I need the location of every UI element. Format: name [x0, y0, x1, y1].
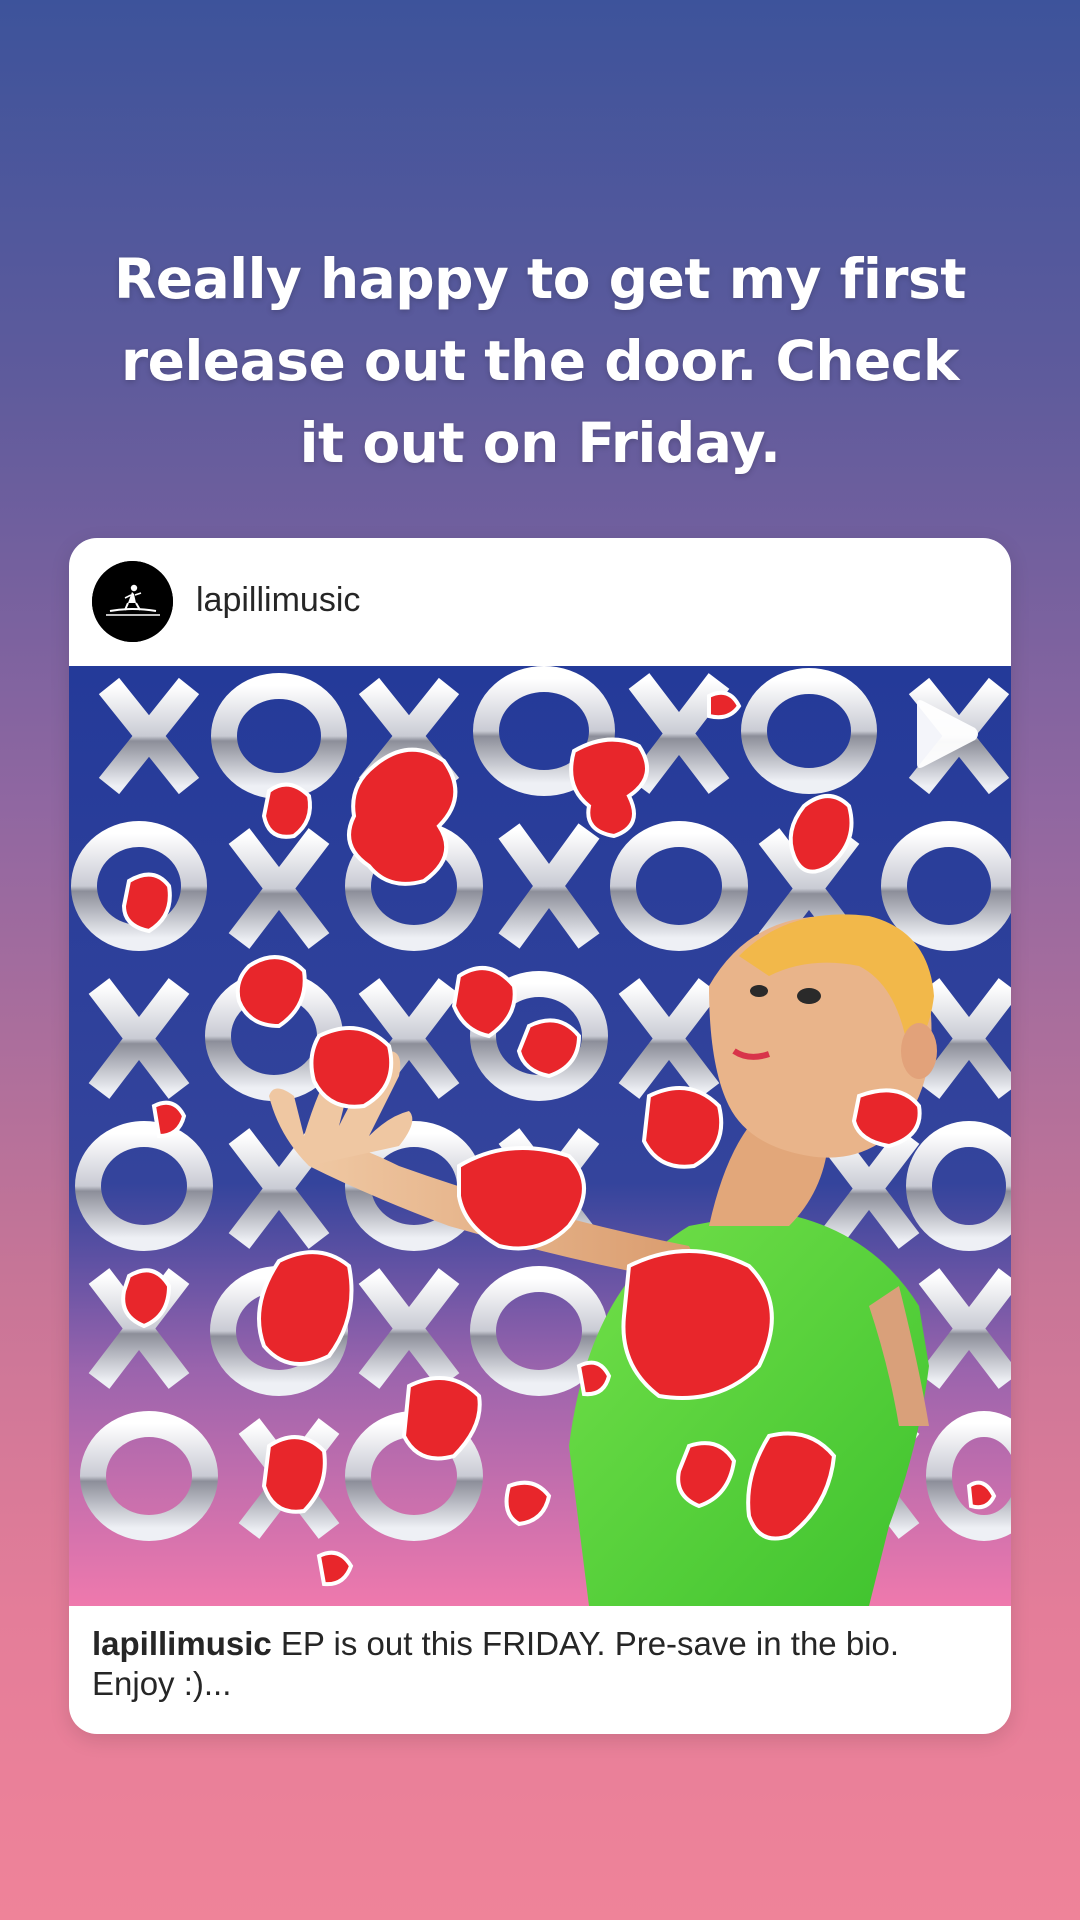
- post-username[interactable]: lapillimusic: [196, 578, 360, 622]
- avatar[interactable]: [92, 561, 173, 642]
- story-headline: Really happy to get my first release out…: [113, 247, 967, 475]
- post-header[interactable]: lapillimusic: [69, 538, 1011, 666]
- shared-post-card[interactable]: lapillimusic lapillimusic EP is out this…: [69, 538, 1011, 1734]
- album-artwork: [69, 666, 1011, 1606]
- caption-username[interactable]: lapillimusic: [92, 1625, 272, 1662]
- post-media[interactable]: [69, 666, 1011, 1606]
- avatar-logo-icon: [92, 561, 173, 642]
- story-canvas: Really happy to get my first release out…: [0, 0, 1080, 1920]
- post-caption[interactable]: lapillimusic EP is out this FRIDAY. Pre-…: [92, 1624, 972, 1704]
- play-icon[interactable]: [911, 698, 981, 770]
